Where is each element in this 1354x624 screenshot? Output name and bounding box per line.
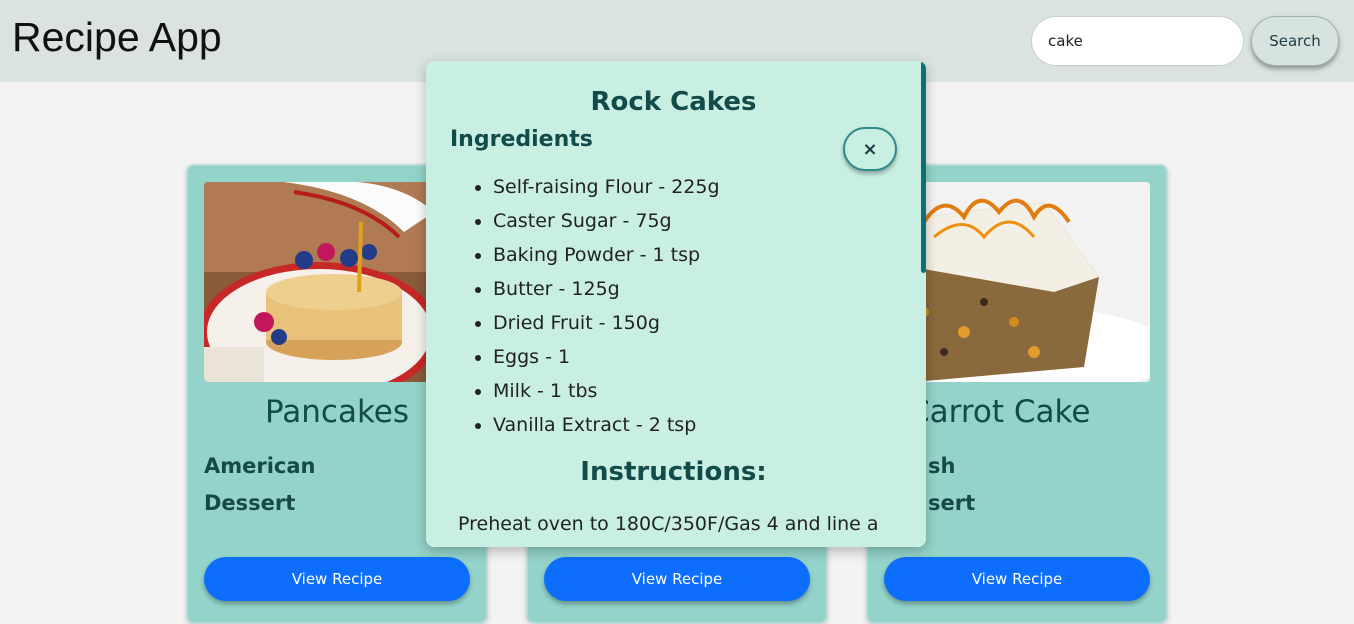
ingredient-item: Self-raising Flour - 225g [493,172,720,206]
modal-scrollbar[interactable] [921,61,926,273]
ingredient-item: Vanilla Extract - 2 tsp [493,410,720,444]
modal-title: Rock Cakes [590,87,757,117]
ingredients-list: Self-raising Flour - 225g Caster Sugar -… [493,172,720,444]
instructions-heading: Instructions: [580,457,767,487]
recipe-title: Carrot Cake [908,394,1091,430]
ingredient-item: Dried Fruit - 150g [493,308,720,342]
close-button[interactable]: × [843,127,897,171]
instructions-text: Preheat oven to 180C/350F/Gas 4 and line… [458,513,879,535]
search-button[interactable]: Search [1251,16,1339,66]
search-input[interactable] [1031,16,1244,66]
ingredient-item: Caster Sugar - 75g [493,206,720,240]
view-recipe-button[interactable]: View Recipe [204,557,470,601]
ingredients-heading: Ingredients [450,127,593,152]
view-recipe-button[interactable]: View Recipe [884,557,1150,601]
ingredient-item: Milk - 1 tbs [493,376,720,410]
ingredient-item: Eggs - 1 [493,342,720,376]
recipe-category: sert [928,491,976,515]
recipe-area: sh [928,454,956,478]
recipe-details-modal: Rock Cakes Ingredients × Self-raising Fl… [426,61,926,547]
ingredient-item: Baking Powder - 1 tsp [493,240,720,274]
recipe-area: American [204,454,316,478]
view-recipe-button[interactable]: View Recipe [544,557,810,601]
ingredient-item: Butter - 125g [493,274,720,308]
app-title: Recipe App [12,14,222,60]
recipe-category: Dessert [204,491,296,515]
